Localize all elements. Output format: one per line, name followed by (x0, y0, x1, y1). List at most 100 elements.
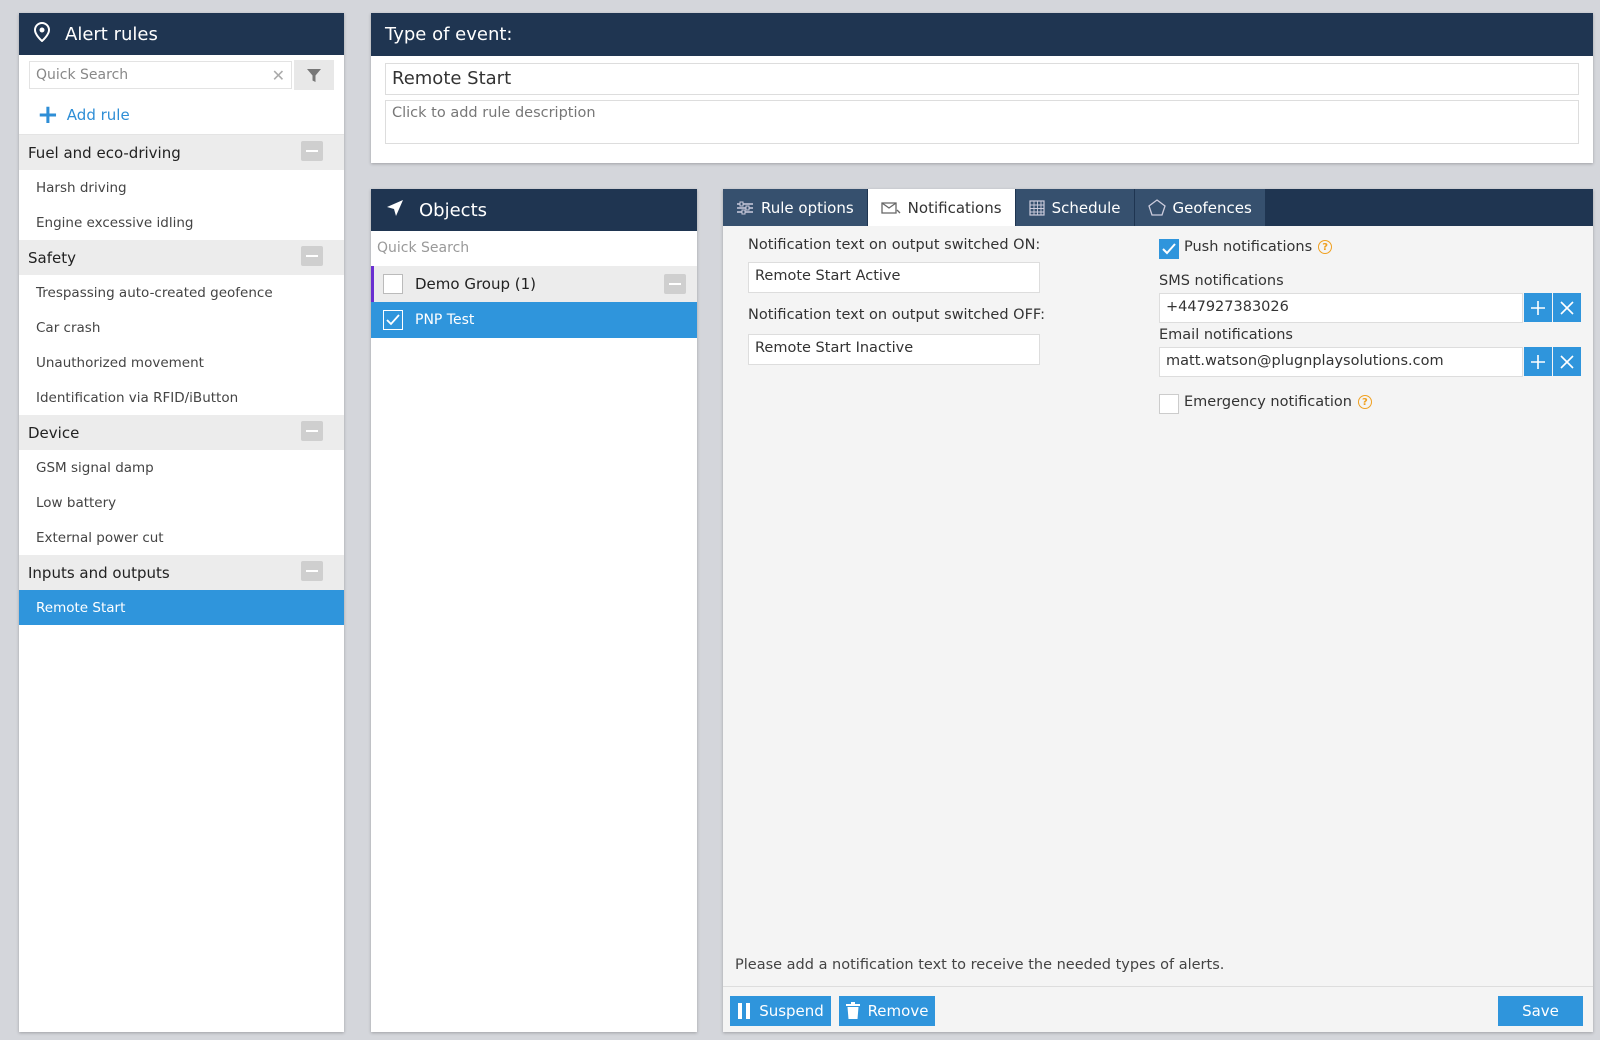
rules-search-placeholder: Quick Search (36, 67, 129, 83)
on-text-label: Notification text on output switched ON: (748, 237, 1041, 253)
suspend-label: Suspend (759, 1002, 824, 1020)
alert-rules-title: Alert rules (65, 23, 158, 45)
object-group-label: Demo Group (1) (415, 275, 537, 293)
object-item-label: PNP Test (415, 312, 475, 328)
plus-icon (1531, 354, 1545, 369)
save-button[interactable]: Save (1498, 996, 1583, 1026)
emergency-notification-text: Emergency notification (1184, 394, 1352, 410)
emergency-notification-checkbox[interactable] (1159, 394, 1179, 414)
calendar-grid-icon (1028, 199, 1045, 216)
suspend-button[interactable]: Suspend (730, 996, 831, 1026)
tab-notifications[interactable]: Notifications (867, 189, 1016, 226)
rule-item[interactable]: Unauthorized movement (19, 345, 344, 380)
sms-label: SMS notifications (1159, 273, 1284, 289)
location-pin-icon (33, 21, 65, 47)
rule-group-label: Inputs and outputs (28, 563, 170, 582)
rules-search-input[interactable]: Quick Search ✕ (29, 61, 292, 89)
help-icon[interactable]: ? (1357, 395, 1372, 409)
rule-group-label: Device (28, 423, 80, 442)
tab-schedule[interactable]: Schedule (1015, 189, 1135, 226)
event-title: Type of event: (385, 24, 513, 45)
remove-label: Remove (867, 1002, 929, 1020)
close-icon (1560, 300, 1574, 315)
alert-rules-header: Alert rules (19, 13, 344, 55)
remove-email-button[interactable] (1553, 347, 1581, 376)
rule-item[interactable]: Identification via RFID/iButton (19, 380, 344, 415)
check-icon (386, 314, 400, 326)
tab-rule-options-label: Rule options (761, 198, 854, 217)
add-rule-button[interactable]: + Add rule (19, 95, 344, 135)
event-panel: Type of event: Remote Start Click to add… (371, 13, 1593, 163)
push-notifications-checkbox[interactable] (1159, 239, 1179, 259)
add-sms-button[interactable] (1524, 293, 1552, 322)
rule-group-fuel[interactable]: Fuel and eco-driving (19, 135, 344, 170)
event-header: Type of event: (371, 13, 1593, 56)
on-text-input[interactable]: Remote Start Active (748, 262, 1040, 293)
email-input[interactable]: matt.watson@plugnplaysolutions.com (1159, 347, 1523, 377)
push-notifications-label: Push notifications? (1184, 239, 1333, 255)
collapse-icon[interactable] (301, 246, 323, 266)
collapse-icon[interactable] (664, 274, 686, 294)
tab-bar: Rule options Notifications Schedule Geof… (723, 189, 1593, 226)
filter-icon (307, 68, 321, 82)
objects-header: Objects (371, 189, 697, 231)
emergency-notification-label: Emergency notification? (1184, 394, 1372, 410)
rule-item[interactable]: GSM signal damp (19, 450, 344, 485)
remove-sms-button[interactable] (1553, 293, 1581, 322)
rule-group-device[interactable]: Device (19, 415, 344, 450)
save-label: Save (1522, 1002, 1559, 1020)
sliders-icon (737, 201, 753, 214)
collapse-icon[interactable] (301, 141, 323, 161)
close-icon (1560, 354, 1574, 369)
objects-search-input[interactable]: Quick Search (371, 231, 697, 266)
rule-item[interactable]: Harsh driving (19, 170, 344, 205)
object-item-row[interactable]: PNP Test (371, 302, 697, 338)
rule-group-inputs-outputs[interactable]: Inputs and outputs (19, 555, 344, 590)
rule-settings-panel: Rule options Notifications Schedule Geof… (723, 189, 1593, 1032)
notification-hint-text: Please add a notification text to receiv… (735, 957, 1225, 973)
check-icon (1162, 243, 1176, 255)
footer-bar: Suspend Remove Save (723, 986, 1593, 1032)
rule-item[interactable]: Engine excessive idling (19, 205, 344, 240)
off-text-input[interactable]: Remote Start Inactive (748, 334, 1040, 365)
rule-item[interactable]: Car crash (19, 310, 344, 345)
rule-item[interactable]: External power cut (19, 520, 344, 555)
rule-group-safety[interactable]: Safety (19, 240, 344, 275)
tab-schedule-label: Schedule (1051, 198, 1121, 217)
objects-panel: Objects Quick Search Demo Group (1) PNP … (371, 189, 697, 1032)
collapse-icon[interactable] (301, 561, 323, 581)
object-group-row[interactable]: Demo Group (1) (371, 266, 697, 302)
collapse-icon[interactable] (301, 421, 323, 441)
rule-group-label: Safety (28, 248, 76, 267)
rule-item[interactable]: Low battery (19, 485, 344, 520)
filter-button[interactable] (294, 60, 334, 90)
sms-input[interactable]: +447927383026 (1159, 293, 1523, 323)
clear-icon[interactable]: ✕ (272, 66, 285, 85)
alert-rules-panel: Alert rules Quick Search ✕ + Add rule Fu… (19, 13, 344, 1032)
objects-title: Objects (419, 199, 488, 221)
remove-button[interactable]: Remove (839, 996, 935, 1026)
rule-name-input[interactable]: Remote Start (385, 63, 1579, 95)
trash-icon (845, 1002, 860, 1019)
push-notifications-text: Push notifications (1184, 239, 1313, 255)
tab-geofences-label: Geofences (1172, 198, 1252, 217)
rules-search-row: Quick Search ✕ (19, 55, 344, 95)
add-email-button[interactable] (1524, 347, 1552, 376)
envelope-icon (881, 201, 901, 214)
help-icon[interactable]: ? (1318, 240, 1333, 254)
rule-description-input[interactable]: Click to add rule description (385, 100, 1579, 144)
add-rule-label: Add rule (66, 105, 130, 124)
plus-icon (1531, 300, 1545, 315)
object-checkbox[interactable] (383, 310, 403, 330)
rule-group-label: Fuel and eco-driving (28, 143, 181, 162)
tab-geofences[interactable]: Geofences (1134, 189, 1266, 226)
tab-rule-options[interactable]: Rule options (723, 189, 868, 226)
group-checkbox[interactable] (383, 274, 403, 294)
rule-item[interactable]: Trespassing auto-created geofence (19, 275, 344, 310)
email-label: Email notifications (1159, 327, 1293, 343)
pentagon-icon (1147, 199, 1166, 216)
rule-item-selected[interactable]: Remote Start (19, 590, 344, 625)
navigation-arrow-icon (385, 198, 419, 223)
tab-notifications-label: Notifications (907, 198, 1002, 217)
plus-icon: + (37, 99, 59, 130)
